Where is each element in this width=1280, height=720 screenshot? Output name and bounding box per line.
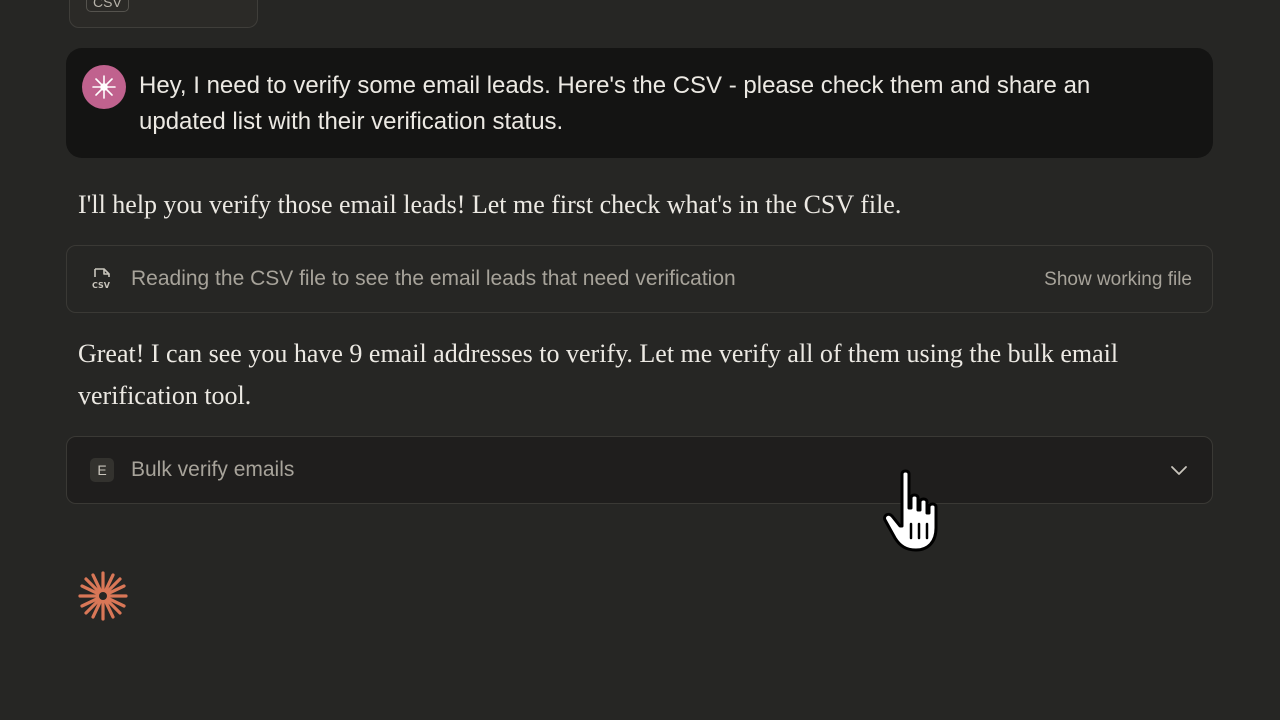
spark-loading-icon bbox=[78, 571, 128, 621]
tool-badge: E bbox=[90, 458, 114, 482]
user-avatar bbox=[82, 65, 126, 109]
snowflake-icon bbox=[92, 75, 116, 99]
show-working-file-button[interactable]: Show working file bbox=[1044, 267, 1192, 293]
attachment-type-tag: CSV bbox=[86, 0, 129, 12]
chat-page: CSV Hey, I need to verify some email lea… bbox=[0, 0, 1280, 720]
csv-attachment-card[interactable]: CSV bbox=[69, 0, 258, 28]
assistant-message-text: Great! I can see you have 9 email addres… bbox=[78, 339, 1119, 410]
chevron-down-icon[interactable] bbox=[1168, 459, 1190, 481]
user-message: Hey, I need to verify some email leads. … bbox=[66, 48, 1213, 158]
bulk-verify-tool-card[interactable]: E Bulk verify emails bbox=[66, 436, 1213, 504]
tool-status-label: Reading the CSV file to see the email le… bbox=[131, 267, 736, 290]
tool-badge-icon: E bbox=[89, 457, 115, 483]
assistant-message-text: I'll help you verify those email leads! … bbox=[78, 190, 902, 219]
svg-text:CSV: CSV bbox=[92, 281, 111, 290]
read-csv-tool-card[interactable]: CSV Reading the CSV file to see the emai… bbox=[66, 245, 1213, 313]
hand-pointer-cursor-icon bbox=[883, 469, 938, 552]
user-message-text: Hey, I need to verify some email leads. … bbox=[139, 72, 1091, 135]
csv-file-icon: CSV bbox=[89, 266, 115, 292]
tool-name-label: Bulk verify emails bbox=[131, 458, 295, 481]
